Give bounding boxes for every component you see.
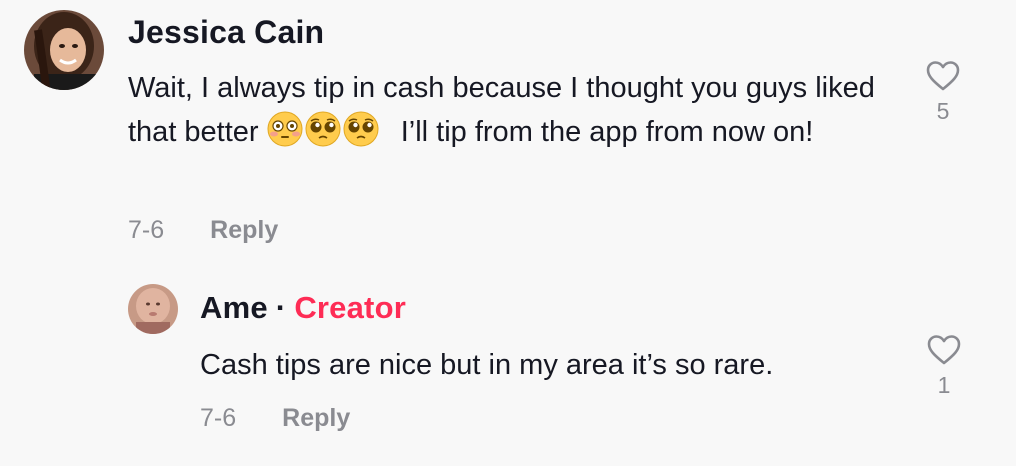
separator-dot: · — [275, 290, 287, 325]
avatar[interactable] — [128, 284, 178, 334]
comment-username[interactable]: Ame — [200, 290, 268, 325]
heart-outline-icon — [927, 335, 961, 365]
comment-date: 7-6 — [128, 216, 165, 244]
comment-text: Cash tips are nice but in my area it’s s… — [200, 343, 900, 387]
like-count: 5 — [936, 98, 950, 124]
comment-text: Wait, I always tip in cash because I tho… — [128, 66, 888, 154]
comment-meta: 7-6 Reply — [200, 404, 350, 433]
emoji-group — [267, 111, 389, 148]
creator-badge: Creator — [294, 290, 406, 325]
like-count: 1 — [937, 372, 951, 398]
reply-button[interactable]: Reply — [210, 216, 278, 244]
avatar[interactable] — [24, 10, 104, 90]
pleading-face-emoji-icon — [305, 111, 341, 147]
heart-outline-icon — [926, 61, 960, 91]
flushed-face-emoji-icon — [267, 111, 303, 147]
reply-button[interactable]: Reply — [282, 404, 350, 432]
comment-username-row: Ame · Creator — [200, 290, 406, 326]
comment-text-part: I’ll tip from the app from now on! — [400, 116, 814, 148]
like-button[interactable]: 1 — [922, 334, 966, 399]
comment-username[interactable]: Jessica Cain — [128, 14, 324, 51]
comment-meta: 7-6 Reply — [128, 216, 278, 245]
comments-panel: Jessica Cain Wait, I always tip in cash … — [0, 0, 1016, 466]
comment-date: 7-6 — [200, 404, 237, 432]
comment-text-part: Cash tips are nice but in my area it’s s… — [200, 349, 774, 381]
like-button[interactable]: 5 — [921, 60, 965, 125]
pleading-face-emoji-icon — [343, 111, 379, 147]
